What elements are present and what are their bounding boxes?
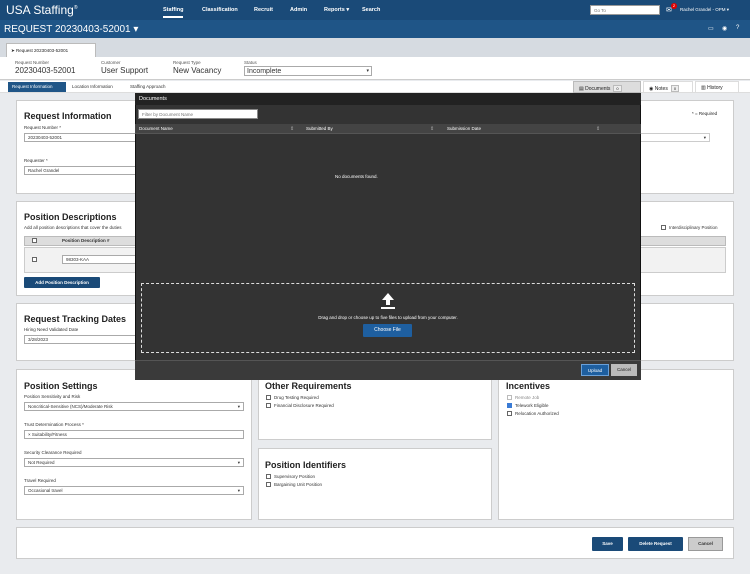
tab-documents[interactable]: ▤ Documents 0	[573, 81, 641, 93]
column-separator: ⇕	[290, 126, 295, 132]
request-title[interactable]: REQUEST 20230403-52001 ▾	[4, 24, 138, 35]
nav-recruit[interactable]: Recruit	[254, 7, 273, 13]
nav-admin[interactable]: Admin	[290, 7, 307, 13]
empty-state-message: No documents found.	[335, 174, 378, 179]
documents-icon: ▤	[579, 86, 584, 92]
help-icon[interactable]: ?	[736, 25, 739, 31]
documents-table-header	[135, 124, 641, 134]
upload-icon	[381, 293, 395, 309]
position-descriptions-subtitle: Add all position descriptions that cover…	[24, 225, 122, 230]
requester-label: Requester *	[24, 158, 48, 163]
remote-job-checkbox[interactable]: Remote Job	[507, 395, 539, 401]
request-number-label: Request Number	[15, 60, 50, 65]
bargaining-unit-checkbox[interactable]: Bargaining Unit Position	[266, 482, 322, 488]
chevron-down-icon: ▾	[237, 488, 240, 493]
required-note: * = Required	[692, 111, 718, 116]
request-number-field[interactable]: 20230403-52001	[24, 133, 144, 142]
relocation-authorized-checkbox[interactable]: Relocation Authorized	[507, 411, 559, 417]
choose-file-button[interactable]: Choose File	[363, 324, 412, 337]
drop-zone-text: Drag and drop or choose up to five files…	[318, 315, 458, 320]
tab-history[interactable]: ▥ History	[695, 81, 739, 93]
position-descriptions-title: Position Descriptions	[24, 212, 117, 222]
modal-title: Documents	[135, 93, 641, 105]
incentives-title: Incentives	[506, 381, 551, 391]
filter-documents-input[interactable]	[138, 109, 258, 119]
request-type-label: Request Type	[173, 60, 201, 65]
modal-cancel-button[interactable]: Cancel	[611, 364, 637, 376]
usa-staffing-logo[interactable]: USA Staffing®	[6, 3, 78, 17]
request-document-tab[interactable]: ➤ Request 20230403-52001	[6, 43, 96, 58]
mail-count-badge: 2	[671, 3, 677, 9]
security-clearance-select[interactable]: Not Required ▾	[24, 458, 244, 467]
footer-actions-panel	[16, 527, 734, 559]
supervisory-checkbox[interactable]: Supervisory Position	[266, 474, 315, 480]
security-clearance-label: Security Clearance Required	[24, 450, 82, 455]
financial-disclosure-checkbox[interactable]: Financial Disclosure Required	[266, 403, 334, 409]
goto-input[interactable]	[590, 5, 660, 15]
travel-required-label: Travel Required	[24, 478, 56, 483]
chevron-down-icon: ▾	[237, 404, 240, 409]
pd-column-header: Position Description #	[62, 238, 110, 243]
request-type-value: New Vacancy	[173, 66, 222, 75]
trust-determination-label: Trust Determination Process *	[24, 422, 84, 427]
position-settings-panel	[16, 369, 252, 520]
delete-request-button[interactable]: Delete Request	[628, 537, 683, 551]
add-position-description-button[interactable]: Add Position Description	[24, 277, 100, 288]
request-information-title: Request Information	[24, 111, 112, 121]
col-submitted-by[interactable]: Submitted By	[306, 126, 333, 131]
request-number-value: 20230403-52001	[15, 66, 76, 75]
upload-button[interactable]: Upload	[581, 364, 609, 376]
drug-testing-checkbox[interactable]: Drug Testing Required	[266, 395, 319, 401]
hiring-need-date-field[interactable]: 3/28/2023	[24, 335, 136, 344]
notes-icon: ◉	[649, 86, 654, 92]
comment-icon[interactable]: ◉	[722, 25, 727, 32]
history-icon: ▥	[701, 85, 706, 91]
modal-footer	[135, 360, 641, 380]
request-info-select[interactable]: ▾	[640, 133, 710, 142]
nav-reports[interactable]: Reports ▾	[324, 7, 349, 13]
chevron-down-icon: ▾	[366, 68, 369, 74]
save-button[interactable]: Save	[592, 537, 623, 551]
request-number-field-label: Request Number *	[24, 125, 62, 130]
chevron-down-icon: ▾	[703, 135, 706, 140]
position-settings-title: Position Settings	[24, 381, 98, 391]
user-menu[interactable]: Rachel Grandel - OPM ▾	[680, 7, 729, 13]
trust-determination-field[interactable]: × Suitability/Fitness	[24, 430, 244, 439]
step-request-information[interactable]: Request Information	[8, 82, 66, 92]
pd-row-checkbox[interactable]	[32, 257, 40, 263]
cancel-button[interactable]: Cancel	[688, 537, 723, 551]
step-location-information[interactable]: Location Information	[72, 84, 113, 89]
step-staffing-approach[interactable]: Staffing Approach	[130, 84, 165, 89]
interdisciplinary-checkbox[interactable]: Interdisciplinary Position	[661, 225, 718, 231]
other-requirements-title: Other Requirements	[265, 381, 352, 391]
status-select[interactable]: Incomplete ▾	[244, 66, 372, 76]
nav-search[interactable]: Search	[362, 7, 380, 13]
pd-number-field[interactable]: 98303-KAA	[62, 255, 136, 264]
request-tracking-title: Request Tracking Dates	[24, 314, 127, 324]
sensitivity-select[interactable]: Noncritical-Sensitive (NCS)/Moderate Ris…	[24, 402, 244, 411]
sensitivity-label: Position Sensitivity and Risk	[24, 394, 81, 399]
pd-select-all-checkbox[interactable]	[32, 238, 40, 244]
position-identifiers-title: Position Identifiers	[265, 460, 347, 470]
col-submission-date[interactable]: Submission Date	[447, 126, 481, 131]
status-label: Status	[244, 60, 257, 65]
document-tab-strip	[0, 38, 750, 58]
nav-classification[interactable]: Classification	[202, 7, 238, 13]
chevron-down-icon: ▾	[237, 460, 240, 465]
nav-staffing[interactable]: Staffing	[163, 7, 184, 18]
tab-notes[interactable]: ◉ Notes 0	[643, 81, 693, 93]
column-separator: ⇕	[430, 126, 435, 132]
incentives-panel	[498, 369, 734, 520]
column-separator: ⇕	[596, 126, 601, 132]
pin-icon: ➤	[11, 48, 15, 53]
telework-eligible-checkbox[interactable]: Telework Eligible	[507, 403, 549, 409]
travel-required-select[interactable]: Occasional travel ▾	[24, 486, 244, 495]
col-document-name[interactable]: Document Name	[139, 126, 173, 131]
folder-icon[interactable]: ▭	[708, 25, 714, 32]
customer-label: Customer	[101, 60, 121, 65]
hiring-need-label: Hiring Need Validated Date	[24, 327, 79, 332]
customer-value: User Support	[101, 66, 149, 75]
requester-field[interactable]: Rachel Grandel	[24, 166, 144, 175]
